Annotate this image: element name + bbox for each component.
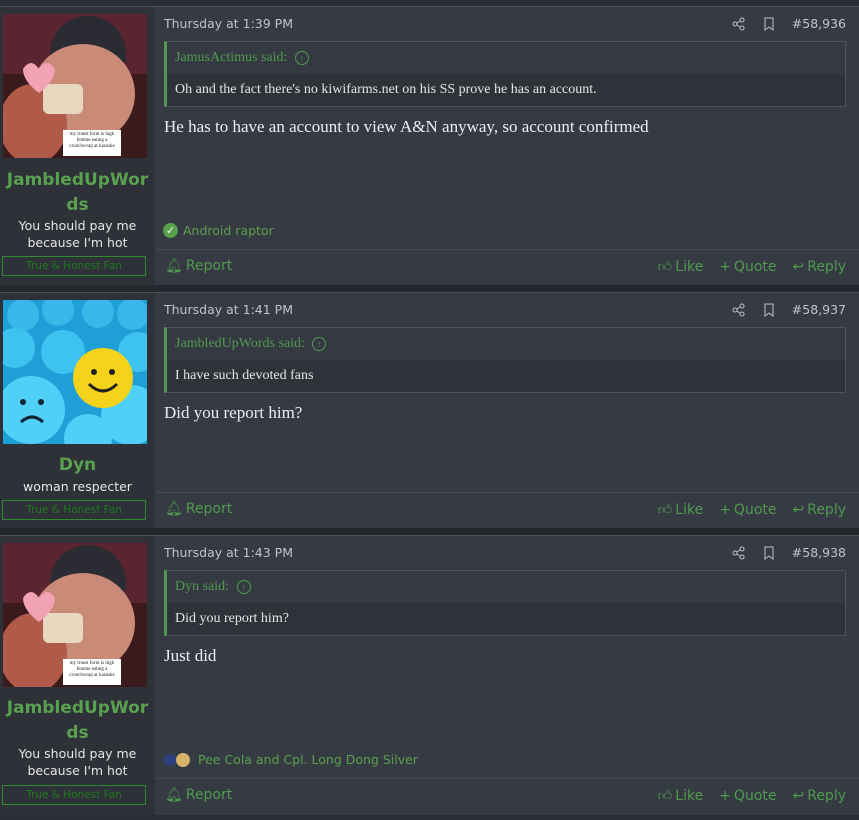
post-meta-actions: #58,937: [732, 302, 846, 317]
user-pane: my truest form is high femme eating a cr…: [0, 536, 155, 815]
quote-button[interactable]: + Quote: [719, 788, 776, 804]
user-title: woman respecter: [23, 479, 132, 494]
quote-button[interactable]: + Quote: [719, 259, 776, 275]
post-message: Just did: [164, 646, 217, 665]
plus-icon: +: [719, 258, 731, 275]
quote-block: JamusActimus said: ↑ Oh and the fact the…: [164, 41, 846, 107]
post-number[interactable]: #58,937: [792, 302, 846, 317]
post-number[interactable]: #58,936: [792, 16, 846, 31]
avatar[interactable]: my truest form is high femme eating a cr…: [3, 14, 147, 158]
quote-author[interactable]: JambledUpWords said:: [175, 336, 305, 351]
like-button[interactable]: 👍︎ Like: [657, 787, 704, 805]
plus-icon: +: [719, 501, 731, 518]
quote-text: Did you report him?: [175, 611, 289, 626]
post-number[interactable]: #58,938: [792, 545, 846, 560]
thumbs-up-icon: 👍︎: [657, 502, 673, 518]
avatar-caption: my truest form is high femme eating a cr…: [69, 661, 115, 678]
quote-author[interactable]: JamusActimus said:: [175, 50, 287, 65]
quote-block: JambledUpWords said: ↑ I have such devot…: [164, 327, 846, 393]
post-separator: [0, 285, 859, 292]
quote-button[interactable]: + Quote: [719, 502, 776, 518]
bell-icon: 🔔︎: [165, 258, 183, 274]
bell-icon: 🔔︎: [165, 787, 183, 803]
reply-icon: ↩: [792, 258, 805, 275]
user-banner: True & Honest Fan: [2, 256, 146, 276]
checkmark-reaction-icon: ✓: [163, 223, 178, 238]
share-icon[interactable]: [732, 303, 746, 317]
post-footer: 🔔︎ Report 👍︎ Like + Quote ↩ Reply: [155, 778, 859, 815]
quote-header[interactable]: JambledUpWords said: ↑: [167, 328, 845, 360]
like-button[interactable]: 👍︎ Like: [657, 258, 704, 276]
post-date[interactable]: Thursday at 1:43 PM: [164, 545, 293, 560]
quote-expand-icon[interactable]: ↑: [236, 580, 251, 594]
quote-expand-icon[interactable]: ↑: [294, 51, 309, 65]
report-button[interactable]: 🔔︎ Report: [165, 501, 232, 517]
share-icon[interactable]: [732, 17, 746, 31]
reactions-bar[interactable]: Pee Cola and Cpl. Long Dong Silver: [163, 752, 418, 767]
reaction-icons: [163, 752, 193, 767]
thumbs-up-icon: 👍︎: [657, 788, 673, 804]
report-button[interactable]: 🔔︎ Report: [165, 258, 232, 274]
thumbs-up-icon: 👍︎: [657, 259, 673, 275]
bell-icon: 🔔︎: [165, 501, 183, 517]
post-date[interactable]: Thursday at 1:41 PM: [164, 302, 293, 317]
face-reaction-icon: [176, 753, 190, 767]
user-title: You should pay me because I'm hot: [18, 218, 137, 250]
post-message: He has to have an account to view A&N an…: [164, 117, 649, 136]
user-banner: True & Honest Fan: [2, 785, 146, 805]
reply-button[interactable]: ↩ Reply: [792, 259, 846, 275]
share-icon[interactable]: [732, 546, 746, 560]
post: Dyn woman respecter True & Honest Fan Th…: [0, 292, 859, 528]
user-title: You should pay me because I'm hot: [18, 746, 137, 778]
post-meta-actions: #58,938: [732, 545, 846, 560]
post-footer: 🔔︎ Report 👍︎ Like + Quote ↩ Reply: [155, 492, 859, 529]
reactions-bar[interactable]: ✓ Android raptor: [163, 223, 274, 238]
username[interactable]: Dyn: [0, 453, 155, 478]
user-pane: my truest form is high femme eating a cr…: [0, 7, 155, 285]
reply-button[interactable]: ↩ Reply: [792, 502, 846, 518]
avatar[interactable]: my truest form is high femme eating a cr…: [3, 543, 147, 687]
quote-text: I have such devoted fans: [175, 368, 314, 383]
quote-expand-icon[interactable]: ↑: [312, 337, 327, 351]
reactions-users[interactable]: Android raptor: [183, 223, 274, 238]
user-banner: True & Honest Fan: [2, 500, 146, 520]
quote-block: Dyn said: ↑ Did you report him?: [164, 570, 846, 636]
quote-author[interactable]: Dyn said:: [175, 579, 229, 594]
post: my truest form is high femme eating a cr…: [0, 6, 859, 285]
reply-icon: ↩: [792, 787, 805, 804]
username[interactable]: JambledUpWords: [0, 168, 155, 218]
reactions-users[interactable]: Pee Cola and Cpl. Long Dong Silver: [198, 752, 418, 767]
post-separator: [0, 528, 859, 535]
post-footer: 🔔︎ Report 👍︎ Like + Quote ↩ Reply: [155, 249, 859, 286]
avatar[interactable]: [3, 300, 147, 444]
post-meta-actions: #58,936: [732, 16, 846, 31]
quote-header[interactable]: JamusActimus said: ↑: [167, 42, 845, 74]
post: my truest form is high femme eating a cr…: [0, 535, 859, 815]
bookmark-icon[interactable]: [762, 17, 776, 31]
reply-button[interactable]: ↩ Reply: [792, 788, 846, 804]
username[interactable]: JambledUpWords: [0, 696, 155, 746]
user-pane: Dyn woman respecter True & Honest Fan: [0, 293, 155, 528]
reply-icon: ↩: [792, 501, 805, 518]
post-date[interactable]: Thursday at 1:39 PM: [164, 16, 293, 31]
report-button[interactable]: 🔔︎ Report: [165, 787, 232, 803]
quote-text: Oh and the fact there's no kiwifarms.net…: [175, 82, 597, 97]
bookmark-icon[interactable]: [762, 303, 776, 317]
like-button[interactable]: 👍︎ Like: [657, 501, 704, 519]
bookmark-icon[interactable]: [762, 546, 776, 560]
quote-header[interactable]: Dyn said: ↑: [167, 571, 845, 603]
avatar-caption: my truest form is high femme eating a cr…: [69, 132, 115, 149]
plus-icon: +: [719, 787, 731, 804]
hat-reaction-icon: [163, 754, 177, 766]
post-message: Did you report him?: [164, 403, 303, 422]
